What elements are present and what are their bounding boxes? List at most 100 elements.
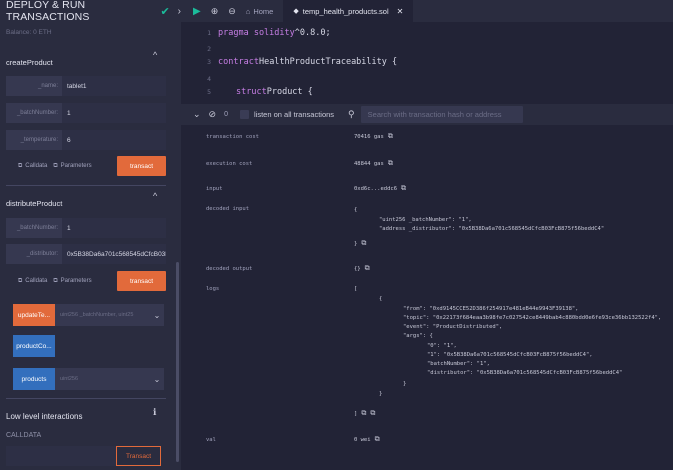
tx-key: input: [206, 186, 223, 192]
function-row-products: products uint256 ⌄: [13, 368, 164, 390]
name-input[interactable]: tablet1: [62, 76, 166, 96]
line-number: 5: [207, 87, 211, 96]
parameters-button[interactable]: ⧉ Parameters: [53, 163, 91, 170]
code-keyword: pragma solidity: [218, 27, 295, 38]
tab-bar: ▶ ⊕ ⊖ ⌂ Home ◆ temp_health_products.sol ✕: [181, 0, 673, 22]
chevron-down-icon[interactable]: ⌄: [150, 304, 164, 326]
chevron-up-icon[interactable]: ^: [153, 50, 157, 60]
calldata-input[interactable]: [6, 446, 116, 466]
update-temperature-args-input[interactable]: uint256 _batchNumber, uint25: [55, 304, 150, 326]
field-label: _distributor:: [26, 251, 58, 257]
products-button[interactable]: products: [13, 368, 55, 390]
tab-home[interactable]: ⌂ Home: [246, 7, 274, 16]
code-line: 4: [181, 73, 218, 84]
line-number: 3: [207, 57, 211, 66]
copy-icon[interactable]: ⧉: [361, 239, 366, 248]
parameters-button[interactable]: ⧉ Parameters: [53, 278, 91, 285]
calldata-button[interactable]: ⧉ Calldata: [18, 278, 47, 285]
copy-icon[interactable]: ⧉: [370, 409, 375, 418]
check-icon: ✔: [160, 5, 170, 18]
code-editor[interactable]: 1 pragma solidity ^0.8.0; 2 3 contract Hea…: [181, 22, 673, 102]
field-label: _name:: [37, 83, 58, 89]
field-label: _temperature:: [20, 137, 58, 143]
update-temperature-button[interactable]: updateTe...: [13, 304, 55, 326]
batch-number-input[interactable]: 1: [62, 103, 166, 123]
chevron-down-icon[interactable]: ⌄: [150, 368, 164, 390]
code-text: HealthProductTraceability {: [258, 56, 398, 67]
json-line: "address _distributor": "0x5B38Da6a701c5…: [379, 226, 605, 232]
temperature-field: _temperature: 6: [6, 130, 166, 150]
json-line: "from": "0xd9145CCE52D386f254917e481eB44…: [403, 306, 579, 312]
play-icon[interactable]: ▶: [193, 6, 201, 17]
collapse-icon[interactable]: ⌄: [193, 109, 201, 120]
json-line: "topic": "0x22173f684eaa3b98fe7c027542ce…: [403, 315, 662, 321]
json-brace: {: [354, 207, 358, 213]
zoom-in-icon[interactable]: ⊕: [211, 6, 219, 17]
create-product-actions: ⧉ Calldata ⧉ Parameters: [18, 156, 92, 176]
json-line: "event": "ProductDistributed",: [403, 324, 503, 330]
create-product-transact-button[interactable]: transact: [117, 156, 166, 176]
zoom-out-icon[interactable]: ⊖: [228, 6, 236, 17]
copy-icon[interactable]: ⧉: [388, 159, 393, 168]
clear-icon[interactable]: ⊘: [209, 109, 217, 120]
product-count-button[interactable]: productCo...: [13, 335, 55, 357]
batch-number-input[interactable]: 1: [62, 218, 166, 238]
pending-count: 0: [224, 111, 228, 118]
temperature-input[interactable]: 6: [62, 130, 166, 150]
batch-number-field: _batchNumber: 1: [6, 103, 166, 123]
json-line: [: [354, 286, 358, 292]
distribute-product-transact-button[interactable]: transact: [117, 271, 166, 291]
search-input[interactable]: Search with transaction hash or address: [360, 106, 523, 123]
copy-icon: ⧉: [18, 277, 23, 284]
listen-checkbox[interactable]: [240, 110, 249, 119]
copy-icon[interactable]: ⧉: [375, 435, 380, 444]
tx-value: 0 wei ⧉: [354, 435, 380, 444]
code-line: 5 struct Product {: [181, 86, 313, 97]
tx-key: logs: [206, 286, 220, 292]
distributor-input[interactable]: 0x5B38Da6a701c568545dCfcB03F: [62, 244, 166, 264]
json-line: }: [403, 381, 407, 387]
products-args-input[interactable]: uint256: [55, 368, 150, 390]
field-label: _batchNumber:: [16, 110, 58, 116]
json-line: {: [379, 296, 383, 302]
panel-title: DEPLOY & RUN TRANSACTIONS: [6, 0, 90, 23]
json-line: ]: [354, 410, 358, 417]
code-keyword: contract: [218, 56, 259, 67]
copy-icon[interactable]: ⧉: [361, 409, 366, 418]
tx-value: } ⧉: [354, 239, 366, 248]
info-icon[interactable]: ℹ: [153, 407, 156, 418]
code-line: 1 pragma solidity ^0.8.0;: [181, 27, 331, 38]
line-number: 1: [207, 28, 211, 37]
calldata-label: CALLDATA: [6, 432, 42, 439]
copy-icon: ⧉: [53, 162, 58, 169]
tx-key: transaction cost: [206, 134, 259, 140]
calldata-button[interactable]: ⧉ Calldata: [18, 163, 47, 170]
tab-home-label: Home: [253, 6, 274, 16]
val-value: 0 wei: [354, 436, 371, 443]
function-row-update-temperature: updateTe... uint256 _batchNumber, uint25…: [13, 304, 164, 326]
copy-icon: ⧉: [18, 162, 23, 169]
json-line: "distributor": "0x5B38Da6a701c568545dCfc…: [427, 370, 623, 376]
tx-key: decoded output: [206, 266, 253, 272]
low-level-transact-button[interactable]: Transact: [116, 446, 161, 466]
tx-key: decoded input: [206, 206, 250, 212]
listen-label: listen on all transactions: [254, 110, 335, 119]
tab-file[interactable]: ◆ temp_health_products.sol ✕: [283, 0, 414, 22]
home-icon: ⌂: [245, 6, 251, 16]
terminal-toolbar: ⌄ ⊘ 0 listen on all transactions ⚲ Searc…: [181, 104, 673, 125]
divider: [6, 398, 166, 399]
tx-value: {} ⧉: [354, 264, 370, 273]
copy-icon[interactable]: ⧉: [401, 184, 406, 193]
tab-file-label: temp_health_products.sol: [302, 6, 389, 16]
scrollbar[interactable]: [176, 262, 179, 462]
low-level-title: Low level interactions: [6, 412, 83, 421]
close-icon[interactable]: ✕: [397, 7, 404, 16]
json-line: "args": {: [403, 333, 433, 339]
copy-icon[interactable]: ⧉: [365, 264, 370, 273]
input-value: 0xd6c...eddc6: [354, 185, 398, 192]
copy-icon[interactable]: ⧉: [388, 132, 393, 141]
copy-icon: ⧉: [53, 277, 58, 284]
code-line: 2: [181, 43, 218, 54]
create-product-title: createProduct: [6, 58, 53, 67]
chevron-up-icon[interactable]: ^: [153, 191, 157, 201]
